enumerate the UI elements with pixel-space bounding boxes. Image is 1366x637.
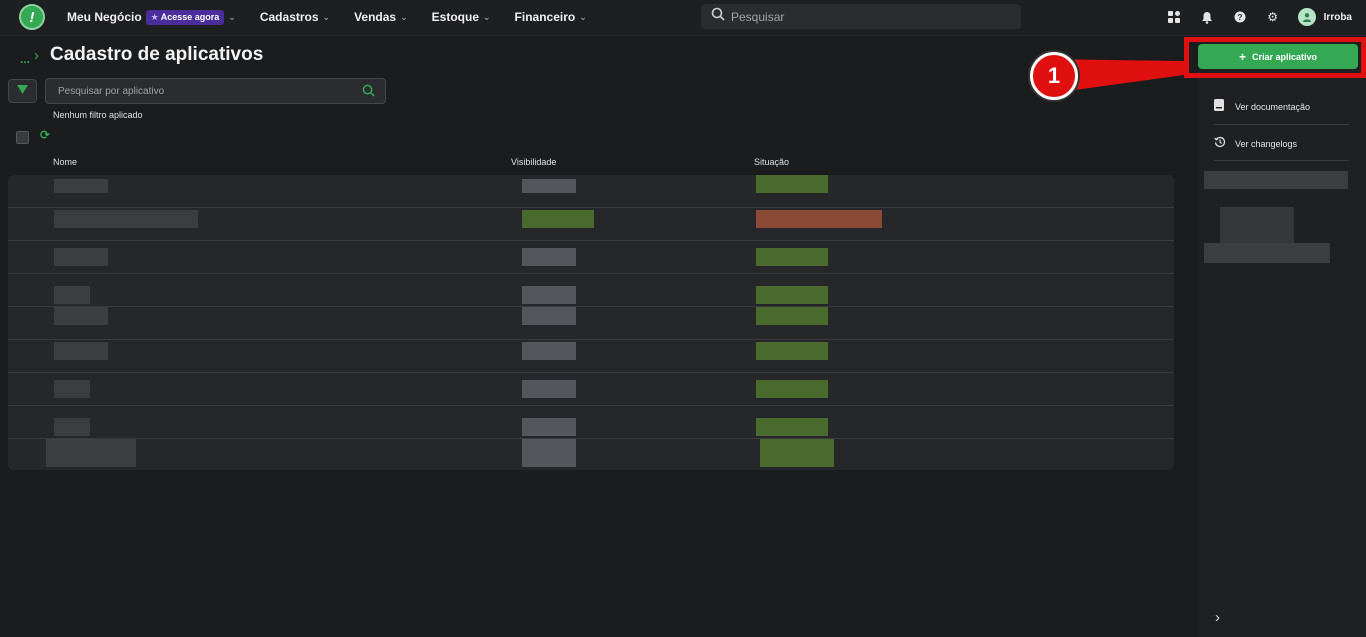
row-visibility-redacted <box>522 439 576 467</box>
nav-vendas[interactable]: Vendas ⌄ <box>354 10 408 24</box>
row-status-redacted <box>756 248 828 266</box>
row-status-redacted <box>756 307 828 325</box>
star-icon: ★ <box>150 11 159 22</box>
select-all-checkbox[interactable] <box>16 131 29 144</box>
refresh-icon[interactable]: ⟳ <box>40 128 50 142</box>
row-status-redacted <box>756 286 828 304</box>
breadcrumb-ellipsis[interactable]: ... <box>20 52 30 66</box>
redacted-block <box>1204 243 1330 263</box>
help-icon[interactable]: ? <box>1232 9 1248 25</box>
table-row[interactable] <box>8 340 1174 373</box>
row-visibility-redacted <box>522 210 594 228</box>
page-title: Cadastro de aplicativos <box>50 44 264 65</box>
nav-financeiro[interactable]: Financeiro ⌄ <box>515 10 587 24</box>
search-icon[interactable] <box>362 84 375 102</box>
column-header-visibility[interactable]: Visibilidade <box>511 157 556 167</box>
row-name-redacted <box>54 248 108 266</box>
highlight-box <box>1184 37 1366 78</box>
access-now-badge[interactable]: ★ Acesse agora <box>145 9 225 25</box>
bell-icon[interactable] <box>1199 9 1215 25</box>
book-icon <box>1214 99 1226 114</box>
app-search[interactable] <box>45 78 386 104</box>
table-row[interactable] <box>8 406 1174 439</box>
row-status-redacted <box>756 175 828 193</box>
gear-icon[interactable]: ⚙ <box>1265 9 1281 25</box>
nav-label: Vendas <box>354 10 397 24</box>
row-name-redacted <box>54 380 90 398</box>
docs-link-label: Ver documentação <box>1235 101 1311 112</box>
top-icons: ? ⚙ Irroba <box>1149 0 1352 34</box>
nav-cadastros[interactable]: Cadastros ⌄ <box>260 10 330 24</box>
chevron-down-icon: ⌄ <box>483 11 491 22</box>
global-search-input[interactable] <box>731 9 1011 24</box>
nav-my-business[interactable]: Meu Negócio ★ Acesse agora ⌄ <box>67 9 236 25</box>
apps-grid-icon[interactable] <box>1166 9 1182 25</box>
chevron-right-icon[interactable]: › <box>1215 609 1220 626</box>
avatar[interactable] <box>1297 8 1316 26</box>
row-visibility-redacted <box>522 286 576 304</box>
search-icon <box>711 7 725 26</box>
main-nav: Meu Negócio ★ Acesse agora ⌄ Cadastros ⌄… <box>67 0 611 34</box>
row-name-redacted <box>54 418 90 436</box>
column-header-name[interactable]: Nome <box>53 157 77 167</box>
divider <box>1214 124 1349 125</box>
breadcrumb-separator: › <box>34 47 39 64</box>
row-status-redacted <box>756 342 828 360</box>
step-number-badge: 1 <box>1030 52 1078 100</box>
table-row[interactable] <box>8 208 1174 241</box>
divider <box>1214 160 1349 161</box>
nav-label: Financeiro <box>514 10 576 24</box>
user-name[interactable]: Irroba <box>1324 12 1352 23</box>
changelog-link[interactable]: Ver changelogs <box>1214 136 1297 151</box>
row-status-redacted <box>760 439 834 467</box>
redacted-block <box>1204 171 1348 189</box>
changelog-link-label: Ver changelogs <box>1235 138 1298 149</box>
row-visibility-redacted <box>522 342 576 360</box>
app-logo[interactable]: ! <box>19 4 45 30</box>
row-name-redacted <box>54 286 90 304</box>
nav-label: Estoque <box>431 10 479 24</box>
row-visibility-redacted <box>522 179 576 193</box>
filter-button[interactable] <box>8 79 37 103</box>
history-icon <box>1214 136 1226 151</box>
table-row[interactable] <box>8 274 1174 307</box>
row-status-redacted <box>756 210 882 228</box>
row-name-redacted <box>54 210 198 228</box>
row-status-redacted <box>756 380 828 398</box>
filter-status: Nenhum filtro aplicado <box>53 110 143 120</box>
column-header-status[interactable]: Situação <box>754 157 789 167</box>
docs-link[interactable]: Ver documentação <box>1214 99 1310 114</box>
table-row[interactable] <box>8 439 1174 470</box>
row-name-redacted <box>46 439 136 467</box>
table-row[interactable] <box>8 175 1174 208</box>
badge-label: Acesse agora <box>160 12 220 22</box>
nav-my-business-label: Meu Negócio <box>67 10 142 24</box>
chevron-down-icon: ⌄ <box>322 11 331 22</box>
row-visibility-redacted <box>522 248 576 266</box>
chevron-down-icon: ⌄ <box>400 11 408 22</box>
table-row[interactable] <box>8 307 1174 340</box>
row-visibility-redacted <box>522 307 576 325</box>
filter-icon <box>17 82 28 100</box>
table-row[interactable] <box>8 241 1174 274</box>
apps-table <box>8 175 1174 470</box>
chevron-down-icon: ⌄ <box>579 11 587 22</box>
row-visibility-redacted <box>522 380 576 398</box>
row-name-redacted <box>54 307 108 325</box>
global-search[interactable] <box>701 4 1021 29</box>
row-name-redacted <box>54 179 108 193</box>
row-name-redacted <box>54 342 108 360</box>
svg-text:?: ? <box>1237 13 1242 22</box>
chevron-down-icon: ⌄ <box>228 11 236 22</box>
nav-label: Cadastros <box>259 10 319 24</box>
table-row[interactable] <box>8 373 1174 406</box>
right-sidebar <box>1198 37 1366 637</box>
top-navbar: ! Meu Negócio ★ Acesse agora ⌄ Cadastros… <box>0 0 1366 36</box>
row-visibility-redacted <box>522 418 576 436</box>
nav-estoque[interactable]: Estoque ⌄ <box>432 10 491 24</box>
row-status-redacted <box>756 418 828 436</box>
app-search-input[interactable] <box>58 85 348 97</box>
redacted-block <box>1220 207 1294 243</box>
